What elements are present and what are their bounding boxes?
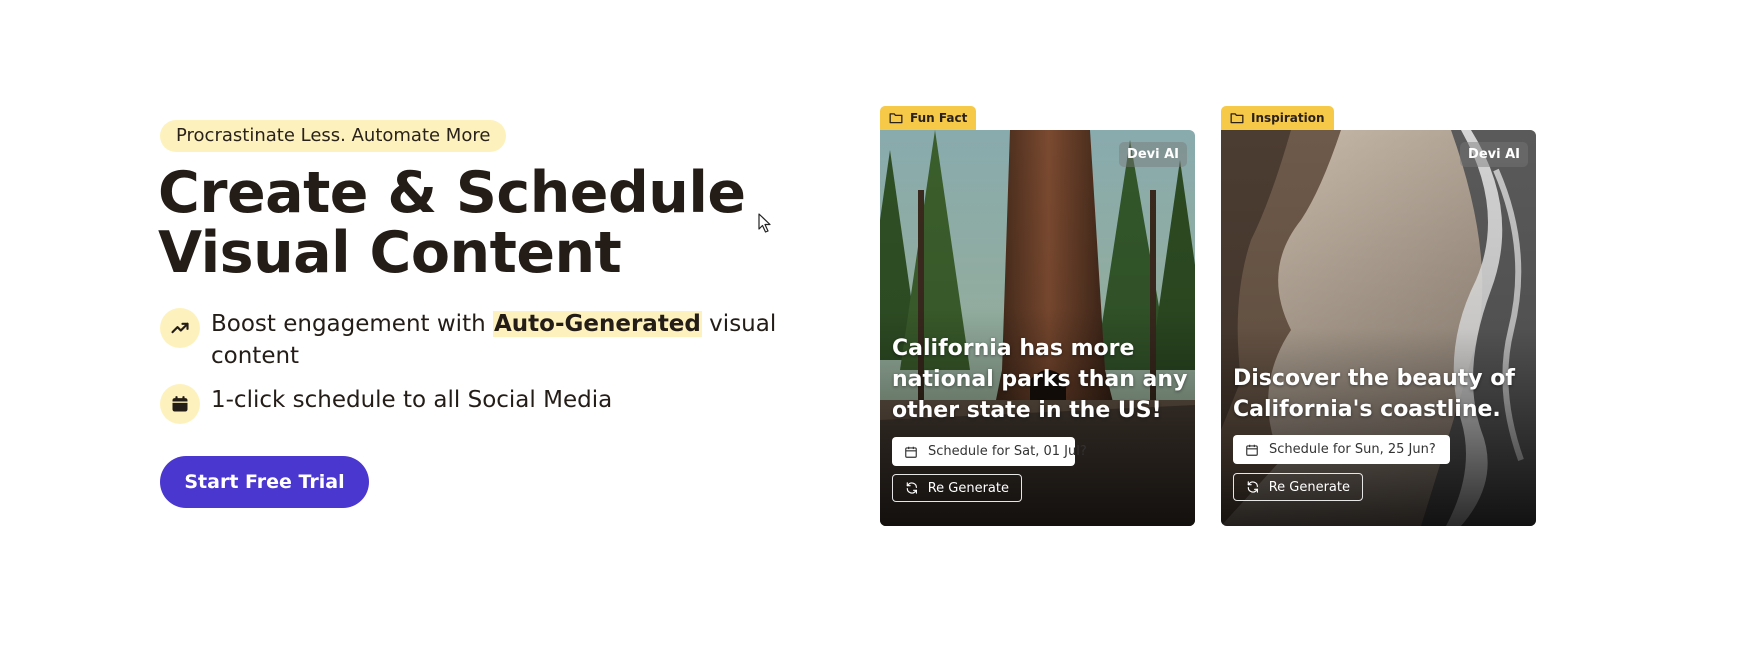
- calendar-outline-icon: [1246, 444, 1258, 456]
- mouse-cursor-icon: [758, 213, 771, 233]
- card-title: California has more national parks than …: [892, 336, 1188, 423]
- category-label: Inspiration: [1251, 111, 1325, 125]
- feature-text: 1-click schedule to all Social Media: [211, 387, 613, 413]
- feature-text: Boost engagement with Auto-Generated vis…: [211, 308, 791, 372]
- refresh-icon: [1247, 481, 1258, 493]
- regenerate-label: Re Generate: [1268, 479, 1350, 495]
- category-tab-fun-fact: Fun Fact: [880, 106, 977, 130]
- schedule-label: Schedule for Sat, 01 Jul?: [928, 444, 1087, 459]
- trending-up-icon: [160, 308, 200, 348]
- coastline-image: [1221, 130, 1536, 526]
- folder-icon: [1230, 113, 1244, 124]
- card-title: Discover the beauty of California's coas…: [1233, 366, 1515, 422]
- feature-engagement: Boost engagement with Auto-Generated vis…: [160, 308, 791, 372]
- start-free-trial-button[interactable]: Start Free Trial: [160, 456, 369, 508]
- feature-schedule: 1-click schedule to all Social Media: [160, 384, 791, 424]
- refresh-icon: [906, 482, 917, 494]
- category-tab-inspiration: Inspiration: [1221, 106, 1334, 130]
- content-card-fun-fact[interactable]: Devi AI California has more national par…: [880, 130, 1195, 526]
- headline-line-2: Visual Content: [158, 220, 622, 286]
- schedule-button[interactable]: Schedule for Sun, 25 Jun?: [1233, 435, 1450, 464]
- regenerate-label: Re Generate: [927, 480, 1009, 496]
- folder-icon: [889, 113, 903, 124]
- headline-line-1: Create & Schedule: [158, 160, 746, 226]
- feature-highlight: Auto-Generated: [492, 311, 702, 337]
- page-title: Create & Schedule Visual Content: [158, 163, 746, 283]
- brand-badge: Devi AI: [1119, 142, 1187, 167]
- redwood-forest-image: [880, 130, 1195, 526]
- schedule-label: Schedule for Sun, 25 Jun?: [1269, 442, 1436, 457]
- content-card-inspiration[interactable]: Devi AI Discover the beauty of Californi…: [1221, 130, 1536, 526]
- schedule-button[interactable]: Schedule for Sat, 01 Jul?: [892, 437, 1087, 466]
- regenerate-button[interactable]: Re Generate: [892, 474, 1022, 502]
- category-label: Fun Fact: [910, 111, 968, 125]
- calendar-icon: [160, 384, 200, 424]
- calendar-outline-icon: [905, 446, 917, 458]
- tagline-badge: Procrastinate Less. Automate More: [160, 120, 507, 152]
- regenerate-button[interactable]: Re Generate: [1233, 473, 1363, 501]
- brand-badge: Devi AI: [1460, 142, 1528, 167]
- feature-text-start: Boost engagement with: [211, 311, 493, 337]
